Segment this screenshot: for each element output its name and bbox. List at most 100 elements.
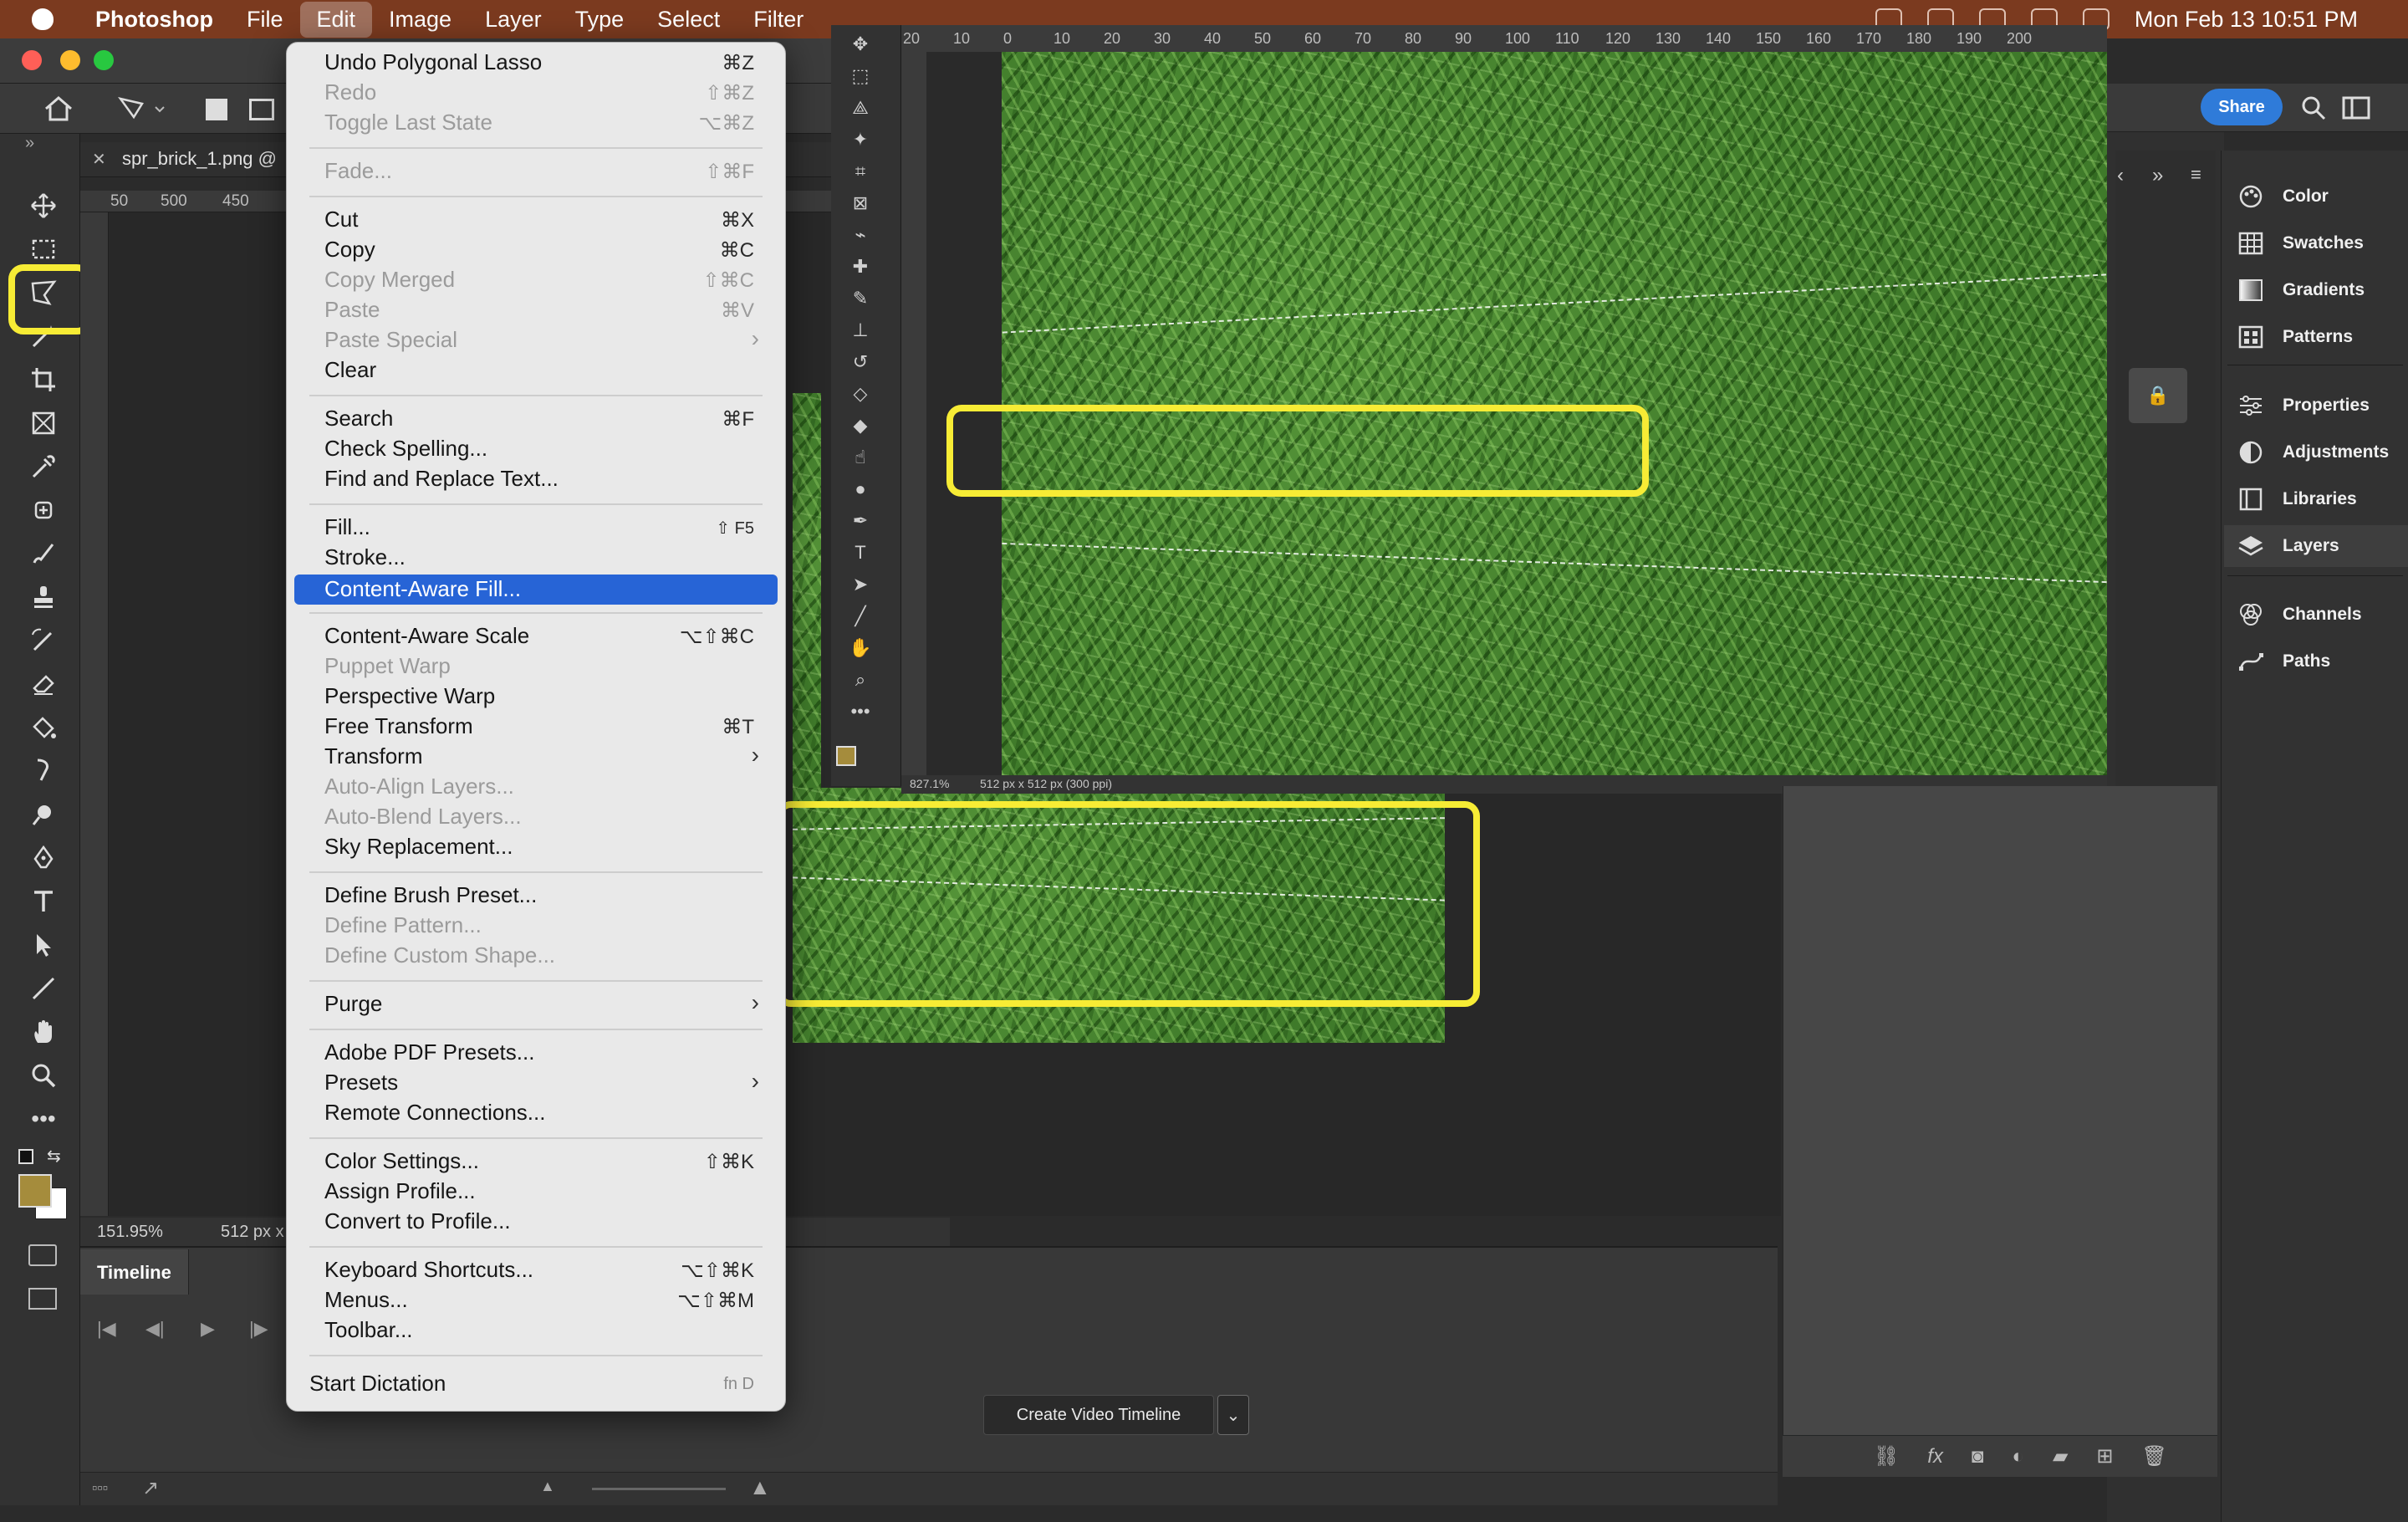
foreground-color-swatch[interactable] (836, 746, 856, 766)
menu-edit[interactable]: Edit (299, 1, 373, 38)
timeline-zoom-slider[interactable] (592, 1488, 726, 1490)
adjustment-layer-icon[interactable]: ◐ (2012, 1445, 2024, 1468)
create-video-timeline-button[interactable]: Create Video Timeline (983, 1395, 1214, 1435)
hand-tool-icon[interactable] (23, 1015, 64, 1049)
render-icon[interactable]: ↗ (142, 1476, 159, 1500)
screen-mode-icon[interactable] (28, 1288, 57, 1310)
window-close-button[interactable] (22, 50, 42, 70)
new-layer-icon[interactable]: ⊞ (2096, 1444, 2113, 1468)
menu-select[interactable]: Select (640, 2, 737, 38)
move-tool-icon[interactable] (23, 189, 64, 222)
polygonal-lasso-tool-icon[interactable]: ⟁ (844, 95, 876, 120)
menu-item-color-settings[interactable]: Color Settings... ⇧⌘K (294, 1147, 778, 1177)
menu-image[interactable]: Image (372, 2, 468, 38)
menu-item-define-brush-preset[interactable]: Define Brush Preset... (294, 881, 778, 911)
clone-stamp-tool-icon[interactable]: ⊥ (844, 318, 876, 343)
menu-item-start-dictation[interactable]: Start Dictation fn D (294, 1369, 778, 1399)
panel-menu-icon[interactable]: ≡ (2191, 164, 2201, 186)
menu-item-toolbar[interactable]: Toolbar... (294, 1315, 778, 1346)
menu-item-stroke[interactable]: Stroke... (294, 543, 778, 573)
panel-color[interactable]: Color (2224, 176, 2408, 217)
trash-icon[interactable]: 🗑 (2142, 1444, 2167, 1468)
pen-tool-icon[interactable] (23, 841, 64, 875)
marquee-tool-icon[interactable] (23, 232, 64, 266)
zoom-tool-icon[interactable] (23, 1059, 64, 1092)
panel-swatches[interactable]: Swatches (2224, 222, 2408, 264)
apple-icon[interactable] (32, 8, 54, 30)
menu-item-presets[interactable]: Presets › (294, 1068, 778, 1098)
add-selection-icon[interactable] (249, 99, 274, 120)
type-tool-icon[interactable]: T (844, 540, 876, 565)
menu-app-name[interactable]: Photoshop (79, 2, 230, 38)
menu-filter[interactable]: Filter (737, 2, 820, 38)
menu-item-menus[interactable]: Menus... ⌥⇧⌘M (294, 1285, 778, 1315)
dodge-tool-icon[interactable] (23, 798, 64, 831)
menubar-clock[interactable]: Mon Feb 13 10:51 PM (2135, 7, 2358, 33)
line-tool-icon[interactable]: ╱ (844, 604, 876, 629)
frame-tool-icon[interactable]: ⊠ (844, 191, 876, 216)
crop-tool-icon[interactable] (23, 363, 64, 396)
smudge-tool-icon[interactable]: ☝ (844, 445, 876, 470)
menu-item-fill[interactable]: Fill... ⇧ F5 (294, 513, 778, 543)
crop-tool-icon[interactable]: ⌗ (844, 159, 876, 184)
default-colors-icon[interactable] (18, 1149, 33, 1164)
menu-layer[interactable]: Layer (468, 2, 559, 38)
menu-item-check-spelling[interactable]: Check Spelling... (294, 434, 778, 464)
path-selection-tool-icon[interactable] (23, 928, 64, 962)
document-size[interactable]: 512 px x 512 px (300 ppi) (980, 777, 1112, 790)
lock-icon[interactable]: 🔒 (2129, 368, 2187, 423)
paint-bucket-tool-icon[interactable]: ◆ (844, 413, 876, 438)
menu-item-purge[interactable]: Purge › (294, 989, 778, 1019)
move-tool-icon[interactable]: ✥ (844, 32, 876, 57)
eraser-tool-icon[interactable] (23, 667, 64, 701)
brush-tool-icon[interactable]: ✎ (844, 286, 876, 311)
workspace-icon[interactable] (2341, 94, 2375, 122)
zoom-tool-icon[interactable]: ⌕ (844, 667, 876, 692)
hand-tool-icon[interactable]: ✋ (844, 636, 876, 661)
expand-panels-icon[interactable]: » (2152, 164, 2163, 187)
more-tools-icon[interactable]: ••• (844, 699, 876, 724)
menu-item-transform[interactable]: Transform › (294, 742, 778, 772)
zoom-in-timeline-icon[interactable]: ▲ (749, 1474, 771, 1500)
tool-preset-picker[interactable] (117, 94, 167, 124)
close-tab-icon[interactable]: ✕ (92, 149, 106, 170)
menu-item-undo-polygonal-lasso[interactable]: Undo Polygonal Lasso ⌘Z (294, 48, 778, 78)
panel-libraries[interactable]: Libraries (2224, 478, 2408, 520)
pen-tool-icon[interactable]: ✒ (844, 508, 876, 534)
menu-item-convert-to-profile[interactable]: Convert to Profile... (294, 1207, 778, 1237)
menu-item-sky-replacement[interactable]: Sky Replacement... (294, 832, 778, 862)
collapse-panels-icon[interactable]: ‹ (2117, 164, 2124, 187)
new-selection-icon[interactable] (206, 99, 227, 120)
more-tools-icon[interactable]: ••• (23, 1102, 64, 1136)
panel-gradients[interactable]: Gradients (2224, 269, 2408, 311)
menu-type[interactable]: Type (559, 2, 641, 38)
play-icon[interactable]: ▶ (201, 1318, 215, 1340)
quick-mask-icon[interactable] (28, 1244, 57, 1266)
zoom-out-timeline-icon[interactable]: ▲ (540, 1478, 555, 1495)
eyedropper-tool-icon[interactable] (23, 450, 64, 483)
menu-item-cut[interactable]: Cut ⌘X (294, 205, 778, 235)
healing-brush-tool-icon[interactable]: ✚ (844, 254, 876, 279)
share-button[interactable]: Share (2201, 89, 2283, 125)
chevron-down-icon[interactable]: ⌄ (1217, 1395, 1249, 1435)
dodge-tool-icon[interactable]: ● (844, 477, 876, 502)
menu-item-assign-profile[interactable]: Assign Profile... (294, 1177, 778, 1207)
swap-colors-icon[interactable]: ⇆ (47, 1146, 61, 1167)
eraser-tool-icon[interactable]: ◇ (844, 381, 876, 406)
frame-tool-icon[interactable] (23, 406, 64, 440)
new-group-icon[interactable]: ▰ (2053, 1444, 2068, 1468)
menu-item-remote-connections[interactable]: Remote Connections... (294, 1098, 778, 1128)
zoom-level[interactable]: 151.95% (97, 1223, 163, 1242)
fx-icon[interactable]: fx (1927, 1445, 1943, 1468)
menu-item-content-aware-scale[interactable]: Content-Aware Scale ⌥⇧⌘C (294, 621, 778, 651)
panel-patterns[interactable]: Patterns (2224, 316, 2408, 358)
menu-item-search[interactable]: Search ⌘F (294, 404, 778, 434)
history-brush-tool-icon[interactable]: ↺ (844, 350, 876, 375)
document-tab[interactable]: spr_brick_1.png @ (122, 148, 277, 170)
panel-properties[interactable]: Properties (2224, 385, 2408, 426)
document-size[interactable]: 512 px x (221, 1223, 284, 1242)
add-mask-icon[interactable]: ◙ (1972, 1445, 1984, 1468)
menu-item-content-aware-fill[interactable]: Content-Aware Fill... (294, 575, 778, 605)
next-frame-icon[interactable]: |▶ (249, 1318, 268, 1340)
panel-channels[interactable]: Channels (2224, 594, 2408, 636)
